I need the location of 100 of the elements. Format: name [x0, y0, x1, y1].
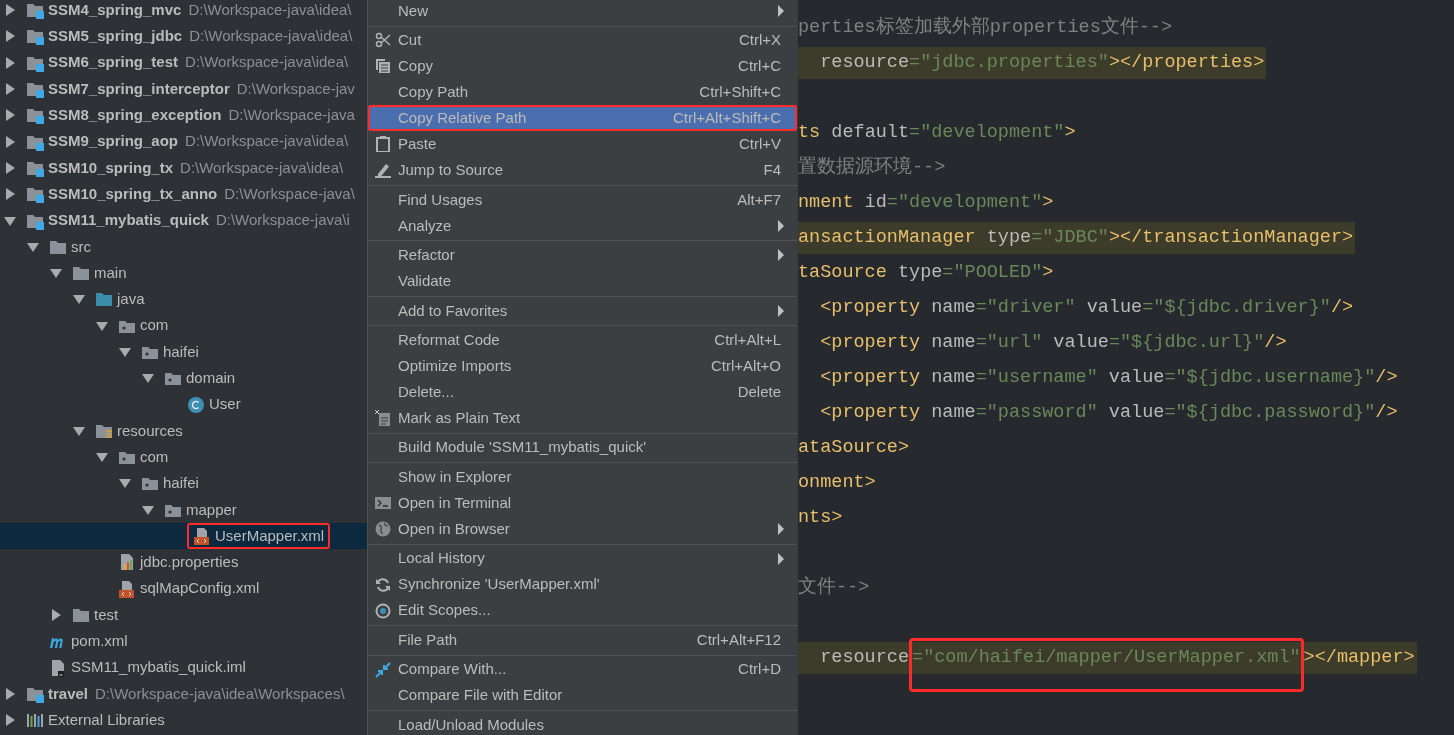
- tree-row[interactable]: java: [0, 286, 367, 313]
- menu-item[interactable]: Reformat Code Ctrl+Alt+L: [368, 327, 797, 354]
- menu-item[interactable]: Add to Favorites: [368, 297, 797, 324]
- path-label: D:\Workspace-java\idea\: [185, 131, 349, 152]
- expand-arrow-icon[interactable]: [4, 30, 16, 43]
- tree-row[interactable]: src: [0, 233, 367, 260]
- menu-item[interactable]: File Path Ctrl+Alt+F12: [368, 627, 797, 654]
- tree-row[interactable]: domain: [0, 365, 367, 392]
- shortcut-label: F4: [763, 160, 781, 181]
- expand-arrow-icon[interactable]: [4, 188, 16, 201]
- tree-item-label: sqlMapConfig.xml: [140, 578, 260, 599]
- tree-row[interactable]: SSM4_spring_mvc D:\Workspace-java\idea\: [0, 0, 367, 24]
- tree-row[interactable]: travel D:\Workspace-java\idea\Workspaces\: [0, 680, 367, 707]
- collapse-arrow-icon[interactable]: [119, 477, 131, 490]
- collapse-arrow-icon[interactable]: [73, 424, 85, 437]
- menu-item[interactable]: Compare File with Editor: [368, 682, 797, 709]
- collapse-arrow-icon[interactable]: [142, 372, 154, 385]
- code-token: ></properties>: [1108, 50, 1265, 75]
- menu-item[interactable]: Analyze: [368, 212, 797, 239]
- menu-item[interactable]: Copy Path Ctrl+Shift+C: [368, 79, 797, 106]
- tree-row[interactable]: resources: [0, 417, 367, 445]
- collapse-arrow-icon[interactable]: [73, 293, 85, 306]
- tree-item-label: test: [94, 604, 119, 625]
- collapse-arrow-icon[interactable]: [142, 503, 154, 516]
- tree-row[interactable]: SSM10_spring_tx_anno D:\Workspace-java\: [0, 181, 367, 208]
- collapse-arrow-icon[interactable]: [50, 267, 62, 280]
- tree-item-label: src: [71, 236, 91, 257]
- menu-item[interactable]: Optimize Imports Ctrl+Alt+O: [368, 353, 797, 380]
- expand-arrow-icon[interactable]: [4, 161, 16, 174]
- expand-arrow-icon[interactable]: [4, 687, 16, 700]
- menu-item[interactable]: Delete... Delete: [368, 379, 797, 406]
- tree-item-label: mapper: [186, 499, 237, 520]
- tree-row[interactable]: com: [0, 312, 367, 339]
- code-token: value: [1085, 295, 1143, 320]
- menu-item-label: Copy Path: [398, 82, 470, 103]
- menu-item-label: Delete...: [398, 382, 455, 402]
- menu-item[interactable]: Find Usages Alt+F7: [368, 186, 797, 213]
- menu-item[interactable]: Show in Explorer: [368, 464, 797, 491]
- tree-row[interactable]: SSM7_spring_interceptor D:\Workspace-jav: [0, 75, 367, 103]
- tree-row[interactable]: SSM11_mybatis_quick D:\Workspace-java\i: [0, 207, 367, 234]
- tree-item-label: domain: [186, 368, 236, 389]
- menu-item[interactable]: New: [368, 0, 797, 24]
- sync-icon: [375, 576, 391, 593]
- tree-row[interactable]: SSM11_mybatis_quick.iml: [0, 654, 367, 681]
- tree-item-label: java: [117, 289, 145, 310]
- expand-arrow-icon[interactable]: [4, 56, 16, 69]
- tree-row[interactable]: jdbc.properties: [0, 549, 367, 576]
- menu-item[interactable]: Local History: [368, 545, 797, 572]
- menu-item[interactable]: Open in Browser: [368, 516, 797, 543]
- tree-row[interactable]: test: [0, 601, 367, 629]
- menu-item[interactable]: Mark as Plain Text: [368, 405, 797, 432]
- expand-arrow-icon[interactable]: [4, 714, 16, 727]
- expand-arrow-icon[interactable]: [4, 135, 16, 148]
- tree-row[interactable]: External Libraries: [0, 707, 367, 734]
- collapse-arrow-icon[interactable]: [119, 346, 131, 358]
- menu-item[interactable]: Jump to Source F4: [368, 157, 797, 184]
- menu-item[interactable]: Paste Ctrl+V: [368, 131, 797, 158]
- tree-row[interactable]: SSM5_spring_jdbc D:\Workspace-java\idea\: [0, 23, 367, 50]
- tree-row[interactable]: SSM8_spring_exception D:\Workspace-java: [0, 102, 367, 129]
- expand-arrow-icon[interactable]: [4, 83, 16, 96]
- menu-item[interactable]: Edit Scopes...: [368, 597, 797, 624]
- path-label: D:\Workspace-java\i: [215, 210, 350, 231]
- code-token: />: [1375, 365, 1398, 390]
- menu-item[interactable]: Synchronize 'UserMapper.xml': [368, 571, 797, 598]
- menu-item[interactable]: Copy Ctrl+C: [368, 53, 797, 80]
- code-token: ="username": [975, 365, 1098, 390]
- collapse-arrow-icon[interactable]: [96, 319, 108, 332]
- menu-item[interactable]: Validate: [368, 268, 797, 295]
- tree-row[interactable]: mapper: [0, 496, 367, 523]
- tree-row[interactable]: haifei: [0, 470, 367, 497]
- code-token: <property: [819, 400, 921, 425]
- menu-item-label: Edit Scopes...: [398, 600, 492, 621]
- tree-row[interactable]: User: [0, 391, 367, 418]
- menu-item-label: Copy: [398, 56, 435, 77]
- properties-file-icon: [118, 553, 136, 572]
- tree-row[interactable]: SSM6_spring_test D:\Workspace-java\idea\: [0, 49, 367, 76]
- tree-row[interactable]: haifei: [0, 338, 367, 366]
- menu-item[interactable]: Cut Ctrl+X: [368, 27, 797, 54]
- collapse-arrow-icon[interactable]: [96, 451, 108, 464]
- menu-item[interactable]: Compare With... Ctrl+D: [368, 656, 797, 683]
- shortcut-label: Ctrl+V: [738, 134, 781, 155]
- menu-item[interactable]: Build Module 'SSM11_mybatis_quick': [368, 434, 797, 461]
- tree-row[interactable]: sqlMapConfig.xml: [0, 575, 367, 602]
- menu-item[interactable]: Load/Unload Modules: [368, 712, 797, 735]
- tree-item-label: User: [209, 394, 241, 415]
- expand-arrow-icon[interactable]: [4, 109, 16, 122]
- expand-arrow-icon[interactable]: [4, 4, 16, 17]
- tree-row[interactable]: com: [0, 444, 367, 471]
- menu-item-label: Add to Favorites: [398, 300, 509, 321]
- tree-row[interactable]: SSM9_spring_aop D:\Workspace-java\idea\: [0, 128, 367, 155]
- menu-item[interactable]: Open in Terminal: [368, 490, 797, 517]
- tree-row[interactable]: SSM10_spring_tx D:\Workspace-java\idea\: [0, 154, 367, 182]
- expand-arrow-icon[interactable]: [50, 608, 62, 621]
- collapse-arrow-icon[interactable]: [27, 240, 39, 253]
- menu-item[interactable]: Refactor: [368, 242, 797, 269]
- tree-row[interactable]: UserMapper.xml: [0, 522, 367, 550]
- path-label: D:\Workspace-jav: [236, 78, 355, 99]
- collapse-arrow-icon[interactable]: [4, 214, 16, 227]
- tree-row[interactable]: main: [0, 259, 367, 287]
- tree-row[interactable]: pom.xml: [0, 628, 367, 655]
